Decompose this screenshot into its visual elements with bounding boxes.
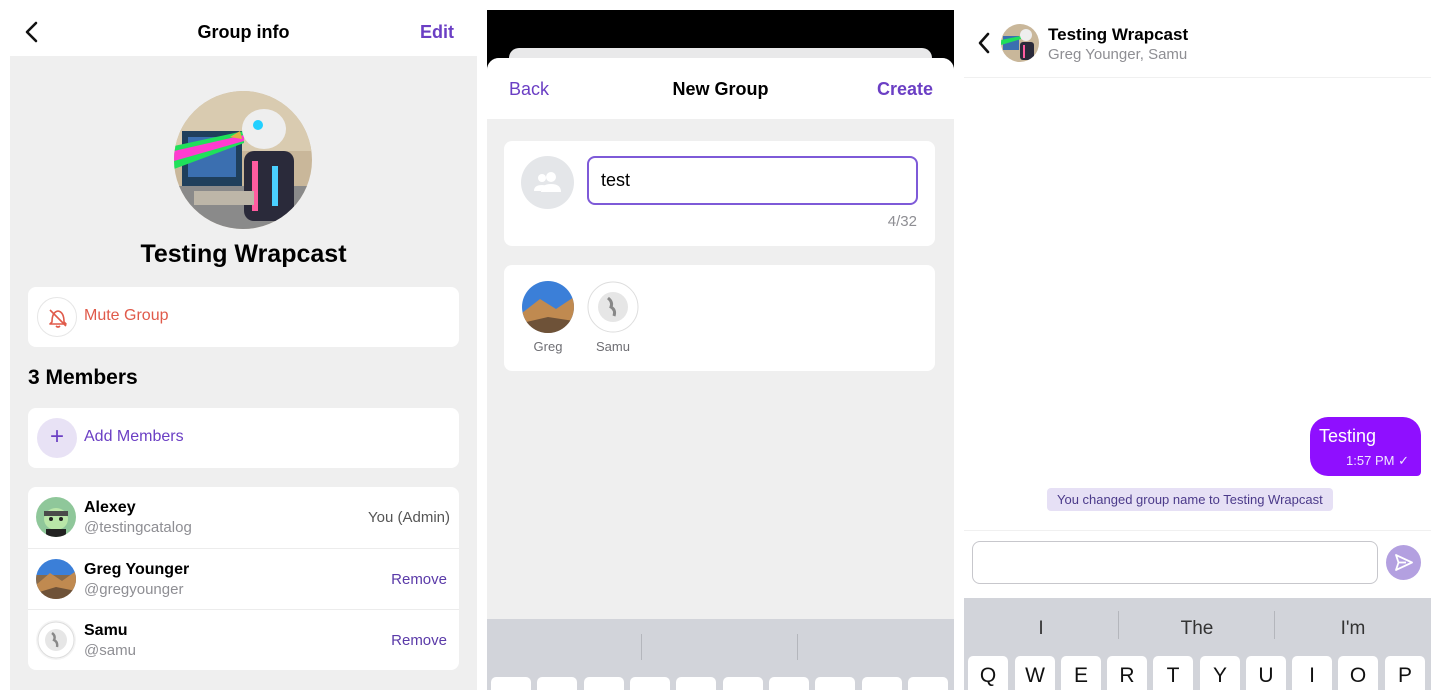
member-avatar: [587, 281, 639, 333]
group-name-input[interactable]: [587, 156, 918, 205]
keyboard-key[interactable]: [537, 677, 577, 690]
suggestion-divider: [1118, 611, 1119, 639]
new-group-header: Back New Group Create: [487, 58, 954, 119]
member-name: Samu: [84, 622, 128, 639]
create-button[interactable]: Create: [877, 79, 933, 100]
outgoing-message[interactable]: Testing 1:57 PM ✓: [1310, 417, 1421, 476]
member-avatar: [522, 281, 574, 333]
page-title: Group info: [197, 22, 290, 42]
back-chevron-icon[interactable]: [976, 30, 992, 56]
member-handle: @gregyounger: [84, 581, 184, 598]
plus-icon: +: [37, 418, 77, 458]
admin-badge: You (Admin): [368, 509, 450, 526]
keyboard-suggestion[interactable]: The: [1120, 618, 1274, 640]
members-list: Alexey @testingcatalog You (Admin) Greg …: [28, 487, 459, 670]
member-handle: @testingcatalog: [84, 519, 192, 536]
suggestion-divider: [641, 634, 642, 660]
members-heading: 3 Members: [28, 366, 138, 389]
keyboard-key[interactable]: [491, 677, 531, 690]
suggestion-divider: [1274, 611, 1275, 639]
member-row-greg[interactable]: Greg Younger @gregyounger Remove: [28, 548, 459, 609]
remove-button[interactable]: Remove: [391, 571, 447, 588]
chat-title: Testing Wrapcast: [1048, 25, 1189, 44]
add-members-label: Add Members: [84, 428, 184, 445]
mute-group-button[interactable]: Mute Group: [28, 287, 459, 347]
key-w[interactable]: W: [1015, 656, 1055, 690]
mute-group-label: Mute Group: [84, 307, 169, 324]
selected-member-samu[interactable]: Samu: [586, 281, 640, 354]
message-time: 1:57 PM ✓: [1346, 453, 1409, 469]
key-e[interactable]: E: [1061, 656, 1101, 690]
key-q[interactable]: Q: [968, 656, 1008, 690]
send-icon: [1395, 554, 1413, 571]
key-i[interactable]: I: [1292, 656, 1332, 690]
group-info-screen: Group info Edit Testing Wrapcast Mute Gr…: [10, 10, 477, 690]
group-name: Testing Wrapcast: [140, 240, 347, 268]
selected-member-greg[interactable]: Greg: [521, 281, 575, 354]
member-name: Greg Younger: [84, 561, 190, 578]
member-avatar: [36, 559, 76, 599]
keyboard-key[interactable]: [862, 677, 902, 690]
key-o[interactable]: O: [1338, 656, 1378, 690]
keyboard-key[interactable]: [723, 677, 763, 690]
suggestion-divider: [797, 634, 798, 660]
group-name-card: 4/32: [504, 141, 935, 246]
member-row-alexey[interactable]: Alexey @testingcatalog You (Admin): [28, 487, 459, 548]
key-y[interactable]: Y: [1200, 656, 1240, 690]
bell-off-icon: [37, 297, 77, 337]
remove-button[interactable]: Remove: [391, 632, 447, 649]
add-members-button[interactable]: + Add Members: [28, 408, 459, 468]
member-row-samu[interactable]: Samu @samu Remove: [28, 609, 459, 670]
keyboard: I The I'm Q W E R T Y U I O P: [964, 598, 1431, 690]
keyboard-key[interactable]: [630, 677, 670, 690]
group-avatar[interactable]: [1001, 24, 1039, 62]
member-avatar: [36, 497, 76, 537]
chat-members: Greg Younger, Samu: [1048, 46, 1188, 63]
member-avatar: [36, 620, 76, 660]
new-group-sheet: Back New Group Create 4/32 Greg: [487, 58, 954, 690]
keyboard-key[interactable]: [676, 677, 716, 690]
key-r[interactable]: R: [1107, 656, 1147, 690]
keyboard-suggestion[interactable]: I: [964, 618, 1118, 640]
member-name: Alexey: [84, 499, 136, 516]
message-text: Testing: [1319, 426, 1377, 446]
character-counter: 4/32: [887, 213, 917, 230]
key-u[interactable]: U: [1246, 656, 1286, 690]
message-input[interactable]: [972, 541, 1378, 584]
read-check-icon: ✓: [1398, 453, 1409, 468]
keyboard-key[interactable]: [908, 677, 948, 690]
keyboard: [487, 619, 954, 690]
group-photo-icon[interactable]: [521, 156, 574, 209]
chat-header: Testing Wrapcast Greg Younger, Samu: [964, 10, 1431, 78]
group-info-header: Group info Edit: [10, 10, 477, 56]
keyboard-key[interactable]: [769, 677, 809, 690]
message-time-label: 1:57 PM: [1346, 453, 1395, 468]
group-avatar[interactable]: [174, 91, 312, 229]
selected-members-card: Greg Samu: [504, 265, 935, 371]
keyboard-key[interactable]: [815, 677, 855, 690]
system-message: You changed group name to Testing Wrapca…: [1047, 488, 1333, 511]
key-t[interactable]: T: [1153, 656, 1193, 690]
member-handle: @samu: [84, 642, 136, 659]
chat-screen: Testing Wrapcast Greg Younger, Samu Test…: [964, 10, 1431, 690]
send-button[interactable]: [1386, 545, 1421, 580]
message-composer: [964, 530, 1431, 598]
keyboard-suggestion[interactable]: I'm: [1276, 618, 1430, 640]
edit-button[interactable]: Edit: [420, 22, 454, 43]
new-group-screen: Back New Group Create 4/32 Greg: [487, 10, 954, 690]
member-name: Greg: [533, 339, 563, 354]
key-p[interactable]: P: [1385, 656, 1425, 690]
keyboard-key[interactable]: [584, 677, 624, 690]
member-name: Samu: [596, 339, 630, 354]
